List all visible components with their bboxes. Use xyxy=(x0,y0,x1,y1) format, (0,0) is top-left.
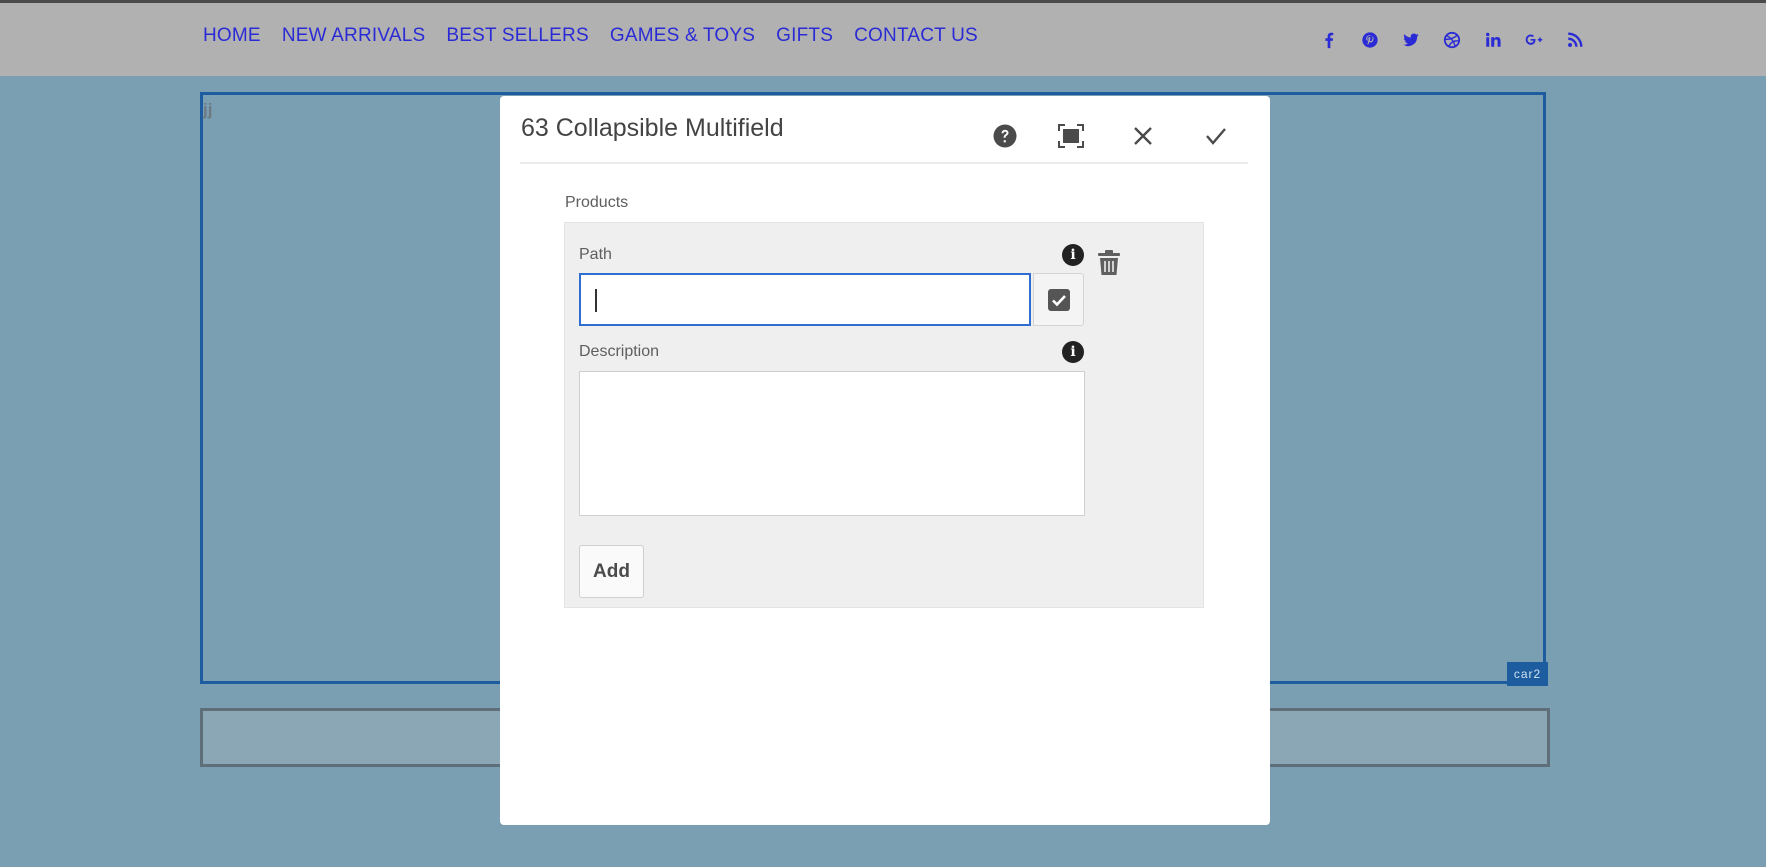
done-icon xyxy=(1206,128,1226,145)
main-nav: HOME NEW ARRIVALS BEST SELLERS GAMES & T… xyxy=(203,25,978,47)
help-button[interactable] xyxy=(985,116,1025,156)
delete-item-button[interactable] xyxy=(1098,250,1120,280)
facebook-icon[interactable] xyxy=(1318,29,1339,50)
fullscreen-icon xyxy=(1058,124,1084,148)
path-input[interactable] xyxy=(579,273,1031,326)
close-icon xyxy=(1134,127,1152,145)
linkedin-icon[interactable] xyxy=(1482,29,1503,50)
checkbox-checked-icon xyxy=(1047,288,1070,311)
description-textarea[interactable] xyxy=(579,371,1085,516)
path-label: Path xyxy=(579,246,612,263)
description-info-icon[interactable]: i xyxy=(1062,341,1084,363)
path-info-icon[interactable]: i xyxy=(1062,244,1084,266)
dialog-header-divider xyxy=(520,162,1248,164)
dribbble-icon[interactable] xyxy=(1441,29,1462,50)
description-label: Description xyxy=(579,343,660,360)
text-cursor xyxy=(595,289,597,312)
trash-icon xyxy=(1098,250,1120,275)
nav-item-new-arrivals[interactable]: NEW ARRIVALS xyxy=(282,25,426,47)
google-plus-icon[interactable] xyxy=(1523,29,1544,50)
add-button[interactable]: Add xyxy=(579,545,644,598)
pinterest-icon[interactable] xyxy=(1359,29,1380,50)
dialog-title: 63 Collapsible Multifield xyxy=(521,114,784,142)
path-browse-button[interactable] xyxy=(1033,273,1084,326)
site-header: HOME NEW ARRIVALS BEST SELLERS GAMES & T… xyxy=(0,0,1766,76)
twitter-icon[interactable] xyxy=(1400,29,1421,50)
nav-item-home[interactable]: HOME xyxy=(203,25,261,47)
social-links xyxy=(1318,29,1585,50)
component-text: jj xyxy=(203,100,213,119)
nav-item-best-sellers[interactable]: BEST SELLERS xyxy=(446,25,589,47)
edit-dialog: 63 Collapsible Multifield Products Path … xyxy=(500,96,1270,825)
rss-icon[interactable] xyxy=(1564,29,1585,50)
fullscreen-button[interactable] xyxy=(1051,116,1091,156)
component-badge[interactable]: car2 xyxy=(1507,662,1548,686)
done-button[interactable] xyxy=(1196,116,1236,156)
close-button[interactable] xyxy=(1123,116,1163,156)
nav-item-games-toys[interactable]: GAMES & TOYS xyxy=(610,25,755,47)
nav-item-gifts[interactable]: GIFTS xyxy=(776,25,833,47)
multifield-label: Products xyxy=(565,194,629,211)
help-icon xyxy=(993,124,1017,148)
nav-item-contact-us[interactable]: CONTACT US xyxy=(854,25,978,47)
